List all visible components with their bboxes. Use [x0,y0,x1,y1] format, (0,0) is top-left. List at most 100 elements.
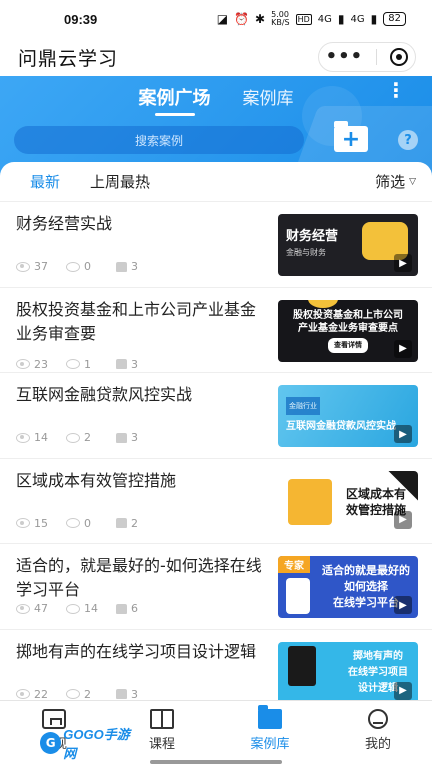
comments-count: 1 [84,357,91,371]
comments-count: 0 [84,516,91,530]
comments-count: 2 [84,431,91,444]
filter-bar: 最新 上周最热 筛选 ▽ [0,162,432,202]
user-icon [368,709,388,729]
views-stat: 15 [16,517,66,530]
bluetooth-icon: ✱ [255,12,266,26]
video-icon: ▶ [394,510,412,529]
views-count: 14 [34,431,48,444]
video-icon: ▶ [394,681,412,700]
comments-stat: 2 [66,688,116,700]
case-stats: 22 2 3 [16,687,166,701]
folder-icon [258,705,282,729]
filter-button[interactable]: 筛选 ▽ [375,171,416,192]
case-title: 股权投资基金和上市公司产业基金业务审查要 [16,299,257,343]
likes-count: 2 [131,516,138,530]
likes-stat: 6 [116,602,166,615]
case-stats: 14 2 3 [16,431,166,444]
top-banner: 案例广场 案例库 ⋮ 搜索案例 + ? [0,76,432,176]
search-input[interactable]: 搜索案例 [14,126,304,154]
views-count: 37 [34,260,48,273]
case-stats: 47 14 6 [16,602,166,615]
nav-mine[interactable]: 我的 [324,701,432,768]
nav-label: 我的 [364,737,391,752]
comment-icon [66,689,80,699]
status-time: 09:39 [64,11,98,27]
case-list-panel: 最新 上周最热 筛选 ▽ 财务经营实战 37 0 3 财务经营 金融与财务 ▶ 股… [0,162,432,700]
cover-subtext: 查看详情 [328,337,368,353]
video-icon: ▶ [394,596,412,614]
signal-bars-icon-2: ▮ [370,12,378,26]
thumbs-up-icon [116,432,127,443]
likes-count: 6 [131,602,138,615]
nav-label: 案例库 [250,737,290,752]
thumbs-up-icon [116,261,127,272]
likes-count: 3 [131,260,138,273]
close-target-icon[interactable] [390,48,409,66]
list-item[interactable]: 互联网金融贷款风控实战 14 2 3 金融行业 互联网金融贷款风控实战 ▶ [0,373,432,459]
comments-stat: 2 [66,431,116,444]
signal-4g-1: 4G [317,13,332,25]
app-header: 问鼎云学习 ••• [0,38,432,76]
comments-stat: 0 [66,260,116,273]
list-item[interactable]: 区域成本有效管控措施 15 0 2 区域成本有 效管控措施 ▶ [0,459,432,544]
likes-stat: 3 [116,358,166,371]
comment-icon [66,261,80,272]
filter-icon: ▽ [409,176,416,187]
views-count: 15 [34,516,48,530]
list-item[interactable]: 掷地有声的在线学习项目设计逻辑 22 2 3 掷地有声的 在线学习项目 设计逻辑… [0,630,432,701]
likes-stat: 3 [116,260,166,273]
more-dots-icon[interactable]: ••• [326,48,364,66]
add-case-icon[interactable]: + [334,121,368,152]
nav-case-library[interactable]: 案例库 [216,701,324,768]
tab-case-square[interactable]: 案例广场 [139,84,211,116]
case-cover-image: 金融行业 互联网金融贷款风控实战 ▶ [278,385,418,447]
cover-illustration [288,478,332,525]
case-title: 掷地有声的在线学习项目设计逻辑 [16,641,257,661]
watermark-logo-icon: G [40,732,62,754]
comment-icon [66,359,80,369]
case-cover-image: 股权投资基金和上市公司 产业基金业务审查要点 查看详情 ▶ [278,299,418,362]
views-count: 23 [34,357,48,371]
cover-text: 财务经营 金融与财务 [286,229,338,261]
comments-stat: 14 [66,602,116,615]
views-stat: 22 [16,687,66,701]
home-indicator[interactable] [150,760,282,764]
eye-icon [16,432,30,443]
signal-4g-2: 4G [350,13,365,25]
case-stats: 37 0 3 [16,260,166,273]
views-stat: 37 [16,260,66,273]
eye-icon [16,518,30,528]
cover-subtext: 金融行业 [286,397,320,415]
comment-icon [66,518,80,528]
watermark-text: GOGO手游网 [63,727,130,761]
video-icon: ▶ [394,425,412,443]
tab-case-library[interactable]: 案例库 [243,84,294,116]
status-icons: ◪ ⏰ ✱ 5.00 KB/S HD 4G ▮ 4G ▮ 82 [217,11,406,27]
likes-count: 3 [131,357,138,371]
comment-icon [66,432,80,443]
list-item[interactable]: 股权投资基金和上市公司产业基金业务审查要 23 1 3 股权投资基金和上市公司 … [0,288,432,373]
case-title: 财务经营实战 [16,214,113,233]
hd-badge: HD [295,13,312,25]
signal-bars-icon: ▮ [337,12,345,26]
book-icon [150,709,174,729]
net-speed: 5.00 KB/S [271,10,290,27]
likes-count: 3 [131,431,138,444]
filter-label: 筛选 [375,173,406,191]
comment-icon [66,603,80,614]
comments-count: 0 [84,260,91,273]
filter-tab-latest[interactable]: 最新 [30,171,60,192]
help-icon[interactable]: ? [398,130,418,150]
list-item[interactable]: 财务经营实战 37 0 3 财务经营 金融与财务 ▶ [0,202,432,288]
comments-stat: 0 [66,517,116,530]
top-tabs: 案例广场 案例库 [0,84,432,116]
views-count: 47 [34,602,48,615]
cover-text: 股权投资基金和上市公司 产业基金业务审查要点 查看详情 [293,309,403,353]
views-stat: 47 [16,602,66,615]
likes-stat: 3 [116,431,166,444]
alarm-icon: ⏰ [234,12,250,26]
list-item[interactable]: 适合的，就是最好的-如何选择在线学习平台 47 14 6 专家 适合的就是最好的… [0,544,432,630]
filter-tab-last-week-hot[interactable]: 上周最热 [90,171,150,192]
more-vertical-icon[interactable]: ⋮ [386,80,406,100]
views-count: 22 [34,687,48,701]
